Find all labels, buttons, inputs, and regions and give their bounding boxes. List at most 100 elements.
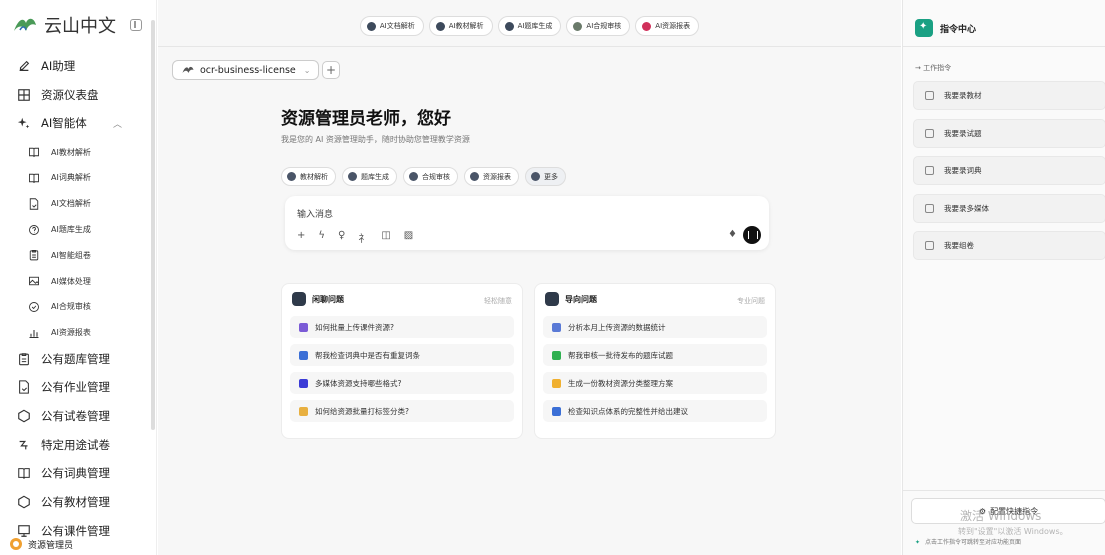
- command-item[interactable]: 我要录词典: [913, 156, 1105, 185]
- question-item[interactable]: 多媒体资源支持哪些格式?: [290, 372, 514, 394]
- sidebar-item-16[interactable]: 公有教材管理: [0, 489, 150, 515]
- quick-agent-chip[interactable]: AI资源报表: [635, 16, 700, 36]
- sidebar-item-8[interactable]: AI媒体处理: [0, 268, 150, 294]
- chevron-up-icon[interactable]: ︿: [113, 117, 122, 130]
- sidebar-item-6[interactable]: AI题库生成: [0, 217, 150, 243]
- voice-button[interactable]: [743, 226, 761, 244]
- quick-agent-label: AI教材解析: [448, 22, 484, 30]
- session-logo-icon: [182, 66, 194, 73]
- add-session-button[interactable]: +: [322, 61, 340, 79]
- sidebar-item-label: AI媒体处理: [51, 276, 91, 286]
- question-card: 闲聊问题 轻松随意 如何批量上传课件资源? 帮我检查词典中是否有重复词条 多媒体资源支持…: [281, 283, 523, 439]
- command-icon: [925, 203, 934, 213]
- sidebar-item-label: 资源仪表盘: [41, 87, 99, 102]
- sidebar-item-3[interactable]: AI教材解析: [0, 139, 150, 165]
- avatar: [10, 538, 22, 550]
- bolt-icon[interactable]: ϟ: [318, 230, 325, 245]
- sidebar-item-14[interactable]: 特定用途试卷: [0, 432, 150, 458]
- sidebar-item-label: AI合规审核: [51, 302, 91, 312]
- plus-icon[interactable]: +: [297, 230, 305, 245]
- sidebar-item-label: AI资源报表: [51, 328, 91, 338]
- hook-icon[interactable]: 礻: [358, 230, 368, 245]
- question-item[interactable]: 如何给资源批量打标签分类?: [290, 400, 514, 422]
- question-text: 帮我审核一批待发布的题库试题: [568, 350, 673, 360]
- sidebar-item-7[interactable]: AI智能组卷: [0, 242, 150, 268]
- session-tab-label: ocr-business-license: [200, 64, 296, 76]
- suggestion-chip[interactable]: 合规审核: [403, 167, 458, 186]
- book-icon: [16, 466, 32, 480]
- quick-agent-chip[interactable]: AI文档解析: [359, 16, 424, 36]
- sidebar-item-0[interactable]: AI助理: [0, 53, 150, 79]
- image-icon[interactable]: ▨: [404, 230, 413, 245]
- card-header: 闲聊问题: [292, 292, 344, 306]
- question-item[interactable]: 如何批量上传课件资源?: [290, 316, 514, 338]
- question-item[interactable]: 帮我检查词典中是否有重复词条: [290, 344, 514, 366]
- sidebar-item-1[interactable]: 资源仪表盘: [0, 82, 150, 108]
- sparkle-icon: ✦: [915, 539, 921, 546]
- bar-chart-icon: [26, 327, 42, 339]
- quick-agent-label: AI文档解析: [379, 22, 415, 30]
- message-composer[interactable]: 输入消息 + ϟ ♀ 礻 ◫ ▨ ♦: [285, 196, 769, 250]
- quick-agent-chip[interactable]: AI题库生成: [497, 16, 562, 36]
- suggestion-chip-label: 教材解析: [300, 172, 328, 181]
- sidebar-collapse-icon[interactable]: [130, 19, 142, 31]
- quick-agent-chip[interactable]: AI合规审核: [566, 16, 631, 36]
- question-text: 检查知识点体系的完整性并给出建议: [568, 406, 688, 416]
- command-item[interactable]: 我要组卷: [913, 231, 1105, 260]
- sidebar-item-11[interactable]: 公有题库管理: [0, 346, 150, 372]
- book-icon: [26, 172, 42, 184]
- sidebar-item-5[interactable]: AI文档解析: [0, 191, 150, 217]
- suggestion-chip[interactable]: 教材解析: [281, 167, 336, 186]
- question-text: 如何给资源批量打标签分类?: [315, 406, 409, 416]
- sidebar-item-13[interactable]: 公有试卷管理: [0, 403, 150, 429]
- suggestion-chip[interactable]: 更多: [525, 167, 566, 186]
- sidebar-item-label: 公有试卷管理: [41, 408, 110, 423]
- sidebar: 云山中文 AI助理 资源仪表盘 AI智能体 ︿ AI教材解析 AI词典解析 AI文档解析 AI…: [0, 0, 157, 555]
- message-input[interactable]: 输入消息: [297, 207, 333, 220]
- command-icon: [925, 91, 934, 100]
- suggestion-chip[interactable]: 资源报表: [464, 167, 519, 186]
- hexagon-icon: [16, 495, 32, 509]
- command-item[interactable]: 我要录教材: [913, 81, 1105, 110]
- sparkle-icon: [545, 292, 559, 306]
- chip-icon: [348, 172, 357, 181]
- command-icon: [925, 166, 934, 175]
- question-text: 生成一份教材资源分类整理方案: [568, 378, 673, 388]
- command-icon: [925, 128, 934, 138]
- sparkle-icon: [16, 116, 32, 130]
- session-tab[interactable]: ocr-business-license ⌄: [172, 60, 320, 80]
- greeting-title: 资源管理员老师，您好: [281, 109, 451, 129]
- bulb-icon[interactable]: ♀: [338, 230, 345, 245]
- card-tag: 专业问题: [737, 297, 765, 305]
- sidebar-item-10[interactable]: AI资源报表: [0, 320, 150, 346]
- microphone-icon[interactable]: ♦: [728, 229, 737, 240]
- sidebar-item-9[interactable]: AI合规审核: [0, 294, 150, 320]
- windows-watermark-sub: 转到"设置"以激活 Windows。: [958, 527, 1068, 536]
- sidebar-item-4[interactable]: AI词典解析: [0, 165, 150, 191]
- book-icon[interactable]: ◫: [381, 230, 390, 245]
- question-item[interactable]: 分析本月上传资源的数据统计: [543, 316, 767, 338]
- sidebar-item-2[interactable]: AI智能体 ︿: [0, 110, 150, 136]
- chip-icon: [531, 172, 540, 181]
- agent-icon: [435, 21, 445, 31]
- quick-agent-label: AI合规审核: [586, 22, 622, 30]
- command-item[interactable]: 我要录试题: [913, 118, 1105, 148]
- user-profile[interactable]: 资源管理员: [0, 533, 157, 555]
- question-text: 分析本月上传资源的数据统计: [568, 322, 666, 332]
- question-card: 导向问题 专业问题 分析本月上传资源的数据统计 帮我审核一批待发布的题库试题 生成一份教…: [534, 283, 776, 439]
- grid-icon: [16, 88, 32, 102]
- question-item[interactable]: 检查知识点体系的完整性并给出建议: [543, 400, 767, 422]
- question-item[interactable]: 生成一份教材资源分类整理方案: [543, 372, 767, 394]
- divider: [903, 46, 1105, 47]
- sidebar-item-12[interactable]: 公有作业管理: [0, 374, 150, 400]
- question-item[interactable]: 帮我审核一批待发布的题库试题: [543, 344, 767, 366]
- suggestion-chip[interactable]: 题库生成: [342, 167, 397, 186]
- sidebar-item-15[interactable]: 公有词典管理: [0, 460, 150, 486]
- command-label: 我要录多媒体: [944, 203, 989, 213]
- quick-agent-chip[interactable]: AI教材解析: [428, 16, 493, 36]
- agent-icon: [504, 21, 514, 31]
- edit-icon: [16, 59, 32, 73]
- command-item[interactable]: 我要录多媒体: [913, 193, 1105, 223]
- sidebar-scrollbar[interactable]: [151, 20, 155, 430]
- chevron-down-icon[interactable]: ⌄: [304, 66, 311, 75]
